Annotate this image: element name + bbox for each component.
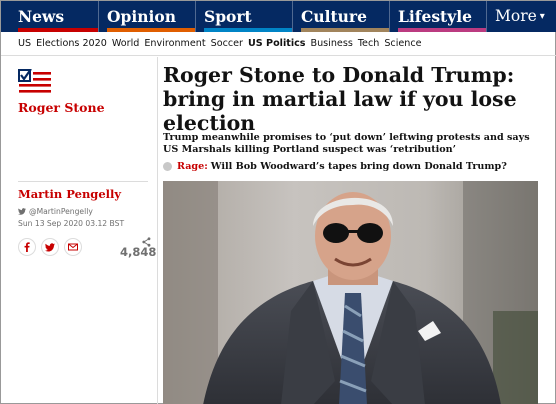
subnav-item-us-politics[interactable]: US Politics [248, 38, 306, 49]
article-meta-column: Roger Stone Martin Pengelly @MartinPenge… [1, 57, 158, 404]
pillar-opinion[interactable]: Opinion [98, 1, 196, 32]
pillar-lifestyle[interactable]: Lifestyle [389, 1, 487, 32]
twitter-bird-icon [18, 208, 26, 215]
pillar-opinion-label: Opinion [107, 7, 176, 26]
author-name[interactable]: Martin Pengelly [18, 187, 121, 201]
subnav-item-science[interactable]: Science [384, 38, 421, 49]
pillar-news[interactable]: News [1, 1, 98, 32]
subnav-item-business[interactable]: Business [311, 38, 353, 49]
subnav-item-world[interactable]: World [112, 38, 140, 49]
facebook-icon [24, 242, 30, 252]
pillar-culture[interactable]: Culture [292, 1, 390, 32]
series-title[interactable]: Roger Stone [18, 100, 105, 115]
chevron-down-icon: ▾ [539, 11, 545, 22]
twitter-handle[interactable]: @MartinPengelly [18, 207, 93, 216]
pillar-nav: News Opinion Sport Culture Lifestyle Mor… [1, 1, 556, 32]
subnav-item-us[interactable]: US [18, 38, 31, 49]
subnav-item-environment[interactable]: Environment [144, 38, 205, 49]
divider [18, 181, 148, 182]
subnav-item-elections-2020[interactable]: Elections 2020 [36, 38, 107, 49]
share-twitter-button[interactable] [41, 238, 59, 256]
related-article-link[interactable]: Rage: Will Bob Woodward’s tapes bring do… [163, 161, 507, 172]
portrait-photo-illustration [163, 181, 538, 404]
subnav-item-tech[interactable]: Tech [358, 38, 380, 49]
share-email-button[interactable] [64, 238, 82, 256]
main-media-image [163, 181, 538, 404]
related-title: Will Bob Woodward’s tapes bring down Don… [210, 161, 507, 172]
ballot-checkbox-flag-icon [18, 69, 51, 93]
pillar-lifestyle-label: Lifestyle [398, 7, 472, 26]
publication-date: Sun 13 Sep 2020 03.12 BST [18, 219, 125, 228]
email-icon [68, 243, 78, 251]
pillar-sport[interactable]: Sport [195, 1, 293, 32]
pillar-sport-label: Sport [204, 7, 252, 26]
share-count: 4,848 [120, 245, 157, 259]
bullet-dot-icon [163, 162, 172, 171]
twitter-handle-text: @MartinPengelly [29, 207, 93, 216]
pillar-culture-label: Culture [301, 7, 367, 26]
article-headline: Roger Stone to Donald Trump: bring in ma… [163, 63, 517, 135]
twitter-icon [45, 242, 55, 252]
related-kicker: Rage: [177, 161, 208, 172]
section-subnav: US Elections 2020 World Environment Socc… [1, 32, 556, 56]
share-facebook-button[interactable] [18, 238, 36, 256]
article-standfirst: Trump meanwhile promises to ‘put down’ l… [163, 132, 530, 155]
pillar-news-label: News [18, 7, 65, 26]
more-menu-button[interactable]: More ▾ [486, 1, 556, 32]
more-label: More [495, 7, 537, 25]
subnav-item-soccer[interactable]: Soccer [211, 38, 243, 49]
